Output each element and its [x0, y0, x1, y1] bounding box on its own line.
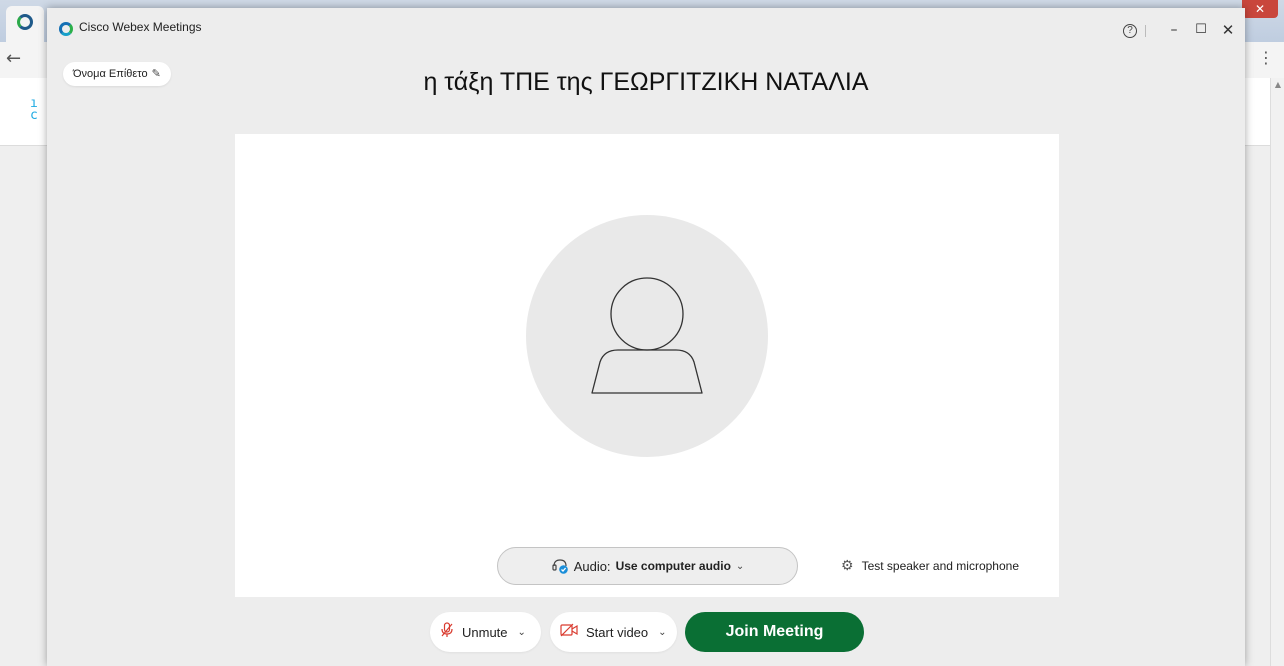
video-preview: Audio: Use computer audio ⌄ ⚙ Test speak…	[235, 134, 1059, 597]
app-title: Cisco Webex Meetings	[79, 20, 202, 34]
cisco-logo-icon: ıc	[30, 96, 38, 123]
browser-tab[interactable]	[6, 6, 44, 42]
maximize-button[interactable]: ☐	[1188, 18, 1214, 42]
chevron-down-icon[interactable]: ⌄	[518, 627, 526, 638]
headset-icon	[551, 557, 569, 575]
audio-option: Use computer audio	[615, 559, 731, 573]
close-button[interactable]: ✕	[1215, 18, 1241, 42]
audio-connection-select[interactable]: Audio: Use computer audio ⌄	[497, 547, 798, 585]
chevron-down-icon: ⌄	[735, 560, 745, 572]
help-icon[interactable]: ?	[1123, 24, 1137, 38]
webex-tab-icon	[17, 14, 33, 30]
test-speaker-button[interactable]: ⚙ Test speaker and microphone	[841, 557, 1019, 574]
join-meeting-button[interactable]: Join Meeting	[685, 612, 864, 652]
webex-window: Cisco Webex Meetings ? – ☐ ✕ Όνομα Επίθε…	[47, 8, 1245, 666]
browser-close-button[interactable]: ✕	[1242, 0, 1278, 18]
start-video-label: Start video	[586, 624, 649, 640]
webex-logo-icon	[59, 22, 73, 36]
gear-icon: ⚙	[841, 557, 854, 573]
window-titlebar: Cisco Webex Meetings ? – ☐ ✕	[47, 8, 1245, 48]
audio-prefix: Audio:	[573, 558, 611, 574]
titlebar-divider	[1145, 25, 1146, 37]
avatar	[526, 215, 768, 457]
muted-microphone-icon	[440, 622, 454, 642]
user-silhouette-icon	[591, 277, 703, 394]
meeting-title: η τάξη ΤΠΕ της ΓΕΩΡΓΙΤΖΙΚΗ ΝΑΤΑΛΙΑ	[423, 68, 869, 96]
minimize-button[interactable]: –	[1161, 18, 1187, 42]
chevron-down-icon[interactable]: ⌄	[658, 627, 666, 638]
test-speaker-label: Test speaker and microphone	[861, 558, 1019, 573]
page-scrollbar[interactable]	[1270, 78, 1284, 666]
browser-menu-icon[interactable]: ⋮	[1258, 48, 1274, 67]
unmute-label: Unmute	[462, 624, 508, 640]
back-arrow-icon[interactable]: ←	[6, 48, 21, 69]
video-off-icon	[560, 623, 578, 641]
unmute-button[interactable]: Unmute ⌄	[430, 612, 541, 652]
scroll-up-icon[interactable]: ▲	[1275, 80, 1281, 89]
start-video-button[interactable]: Start video ⌄	[550, 612, 677, 652]
